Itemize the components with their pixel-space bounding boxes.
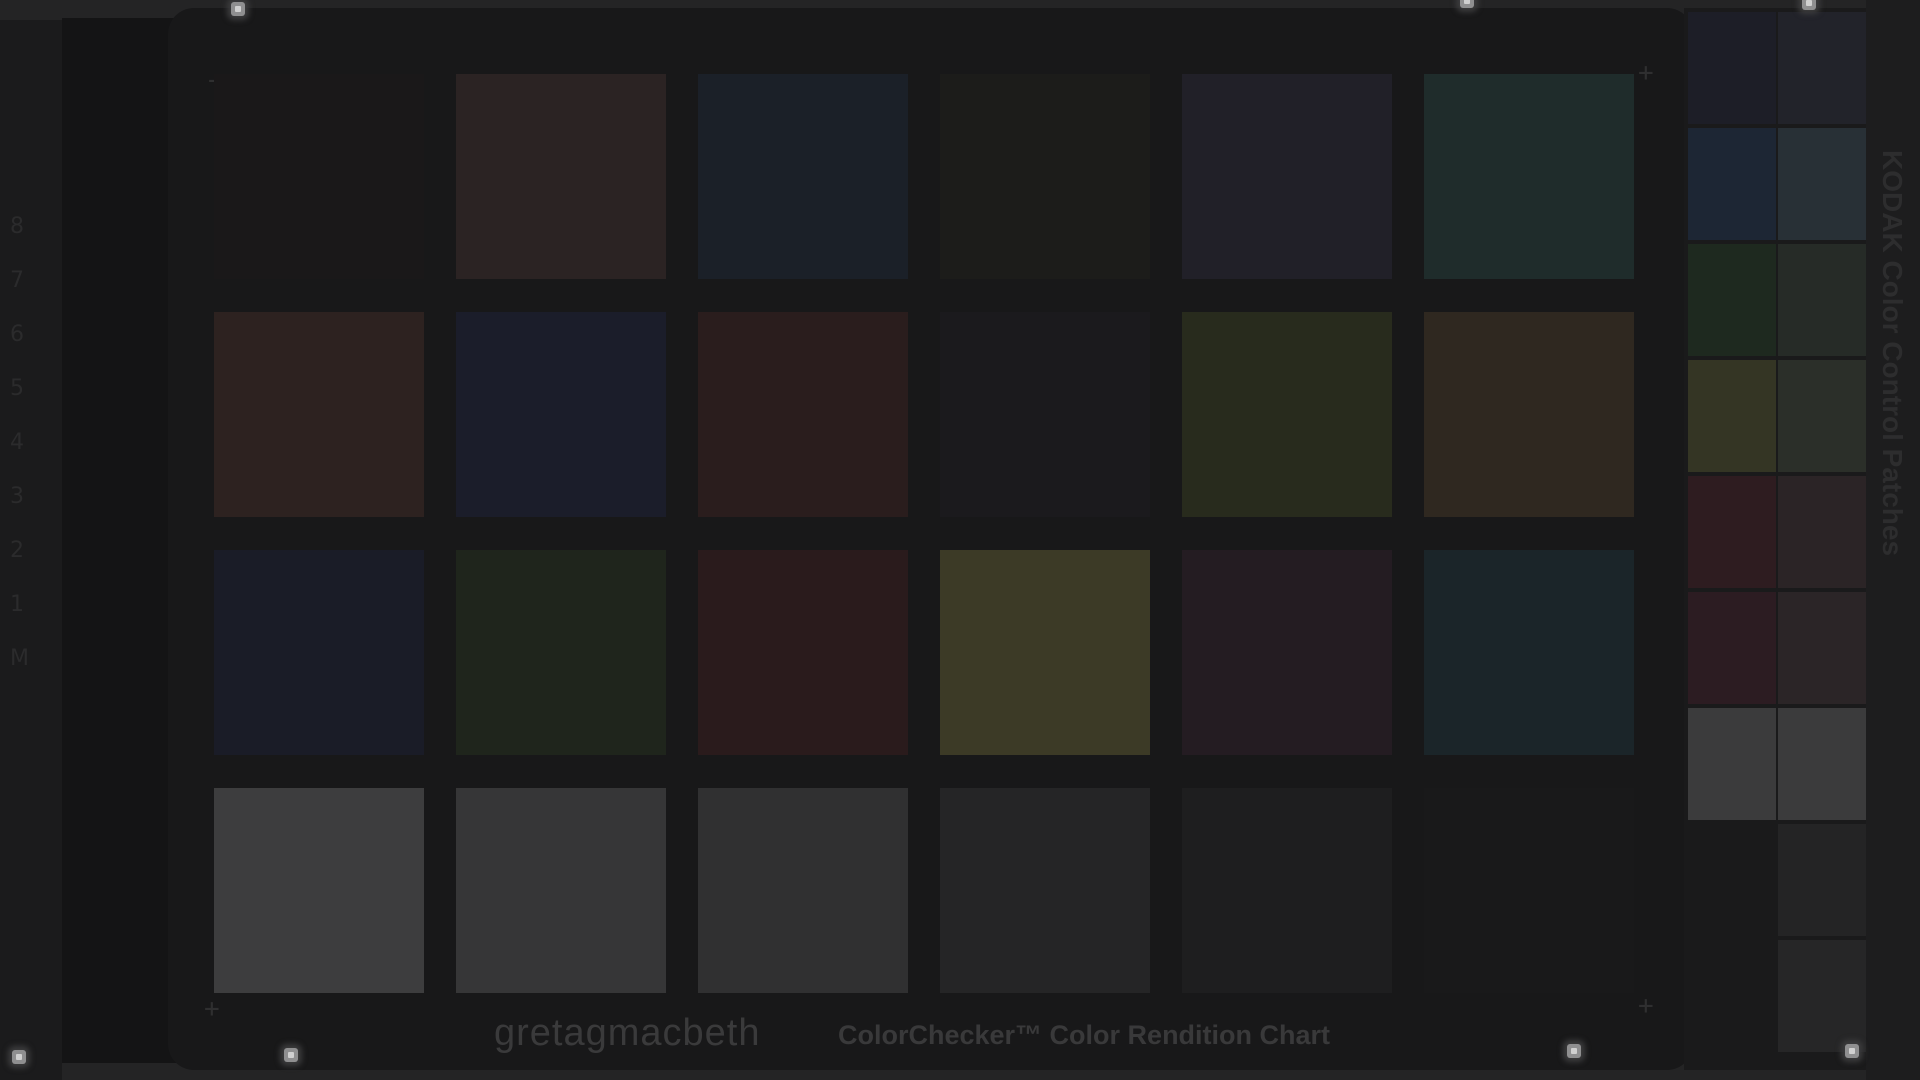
registration-cross: + [1638,991,1654,1021]
kodak-patch [1688,128,1776,240]
color-patch [1424,788,1634,993]
registration-cross: + [204,994,220,1024]
left-dark-band [62,18,176,1063]
kodak-patch [1688,12,1776,124]
kodak-patch [1778,128,1866,240]
kodak-patch [1688,592,1776,704]
kodak-patch [1688,244,1776,356]
left-ruler-strip: 8 7 6 5 4 3 2 1 M [0,20,62,1080]
color-patch [940,312,1150,517]
left-mark: 7 [10,268,24,293]
color-patch [940,74,1150,279]
color-patch [1182,788,1392,993]
kodak-patch [1778,476,1866,588]
brand-label: gretagmacbeth [494,1012,761,1054]
left-mark: M [10,646,29,671]
kodak-patch [1688,824,1776,936]
target-marker [1802,0,1816,10]
photo-scene: 8 7 6 5 4 3 2 1 M + + + + gretagmacbeth … [0,0,1920,1080]
kodak-patch [1778,824,1866,936]
color-patch [456,312,666,517]
left-mark: 4 [10,430,24,455]
kodak-patch [1778,360,1866,472]
color-patch [1182,312,1392,517]
kodak-control-card [1684,8,1866,1070]
left-ruler-marks: 8 7 6 5 4 3 2 1 M [10,200,30,720]
color-patch [456,74,666,279]
kodak-patch [1688,360,1776,472]
kodak-patch [1688,476,1776,588]
registration-cross: + [1638,58,1654,88]
kodak-patch [1778,244,1866,356]
chart-title-label: ColorChecker™ Color Rendition Chart [838,1020,1331,1050]
colorchecker-card: + + + + [168,8,1693,1070]
target-marker [1460,0,1474,8]
kodak-patch [1778,940,1866,1052]
color-patch [698,74,908,279]
left-mark: 6 [10,322,24,347]
color-patch [698,788,908,993]
target-marker [1567,1044,1581,1058]
target-marker [1845,1044,1859,1058]
color-patch [214,788,424,993]
target-marker [231,2,245,16]
kodak-patch [1778,12,1866,124]
kodak-side-label: KODAK Color Control Patches [1877,150,1908,557]
color-patch [1424,74,1634,279]
color-patch [456,550,666,755]
color-patch [456,788,666,993]
left-mark: 3 [10,484,24,509]
target-marker [284,1048,298,1062]
color-patch [1424,550,1634,755]
left-mark: 8 [10,214,24,239]
kodak-patch [1778,708,1866,820]
color-patch [1182,74,1392,279]
color-patch [698,550,908,755]
color-patch [698,312,908,517]
color-patch [214,550,424,755]
kodak-patch [1778,592,1866,704]
color-patch [1424,312,1634,517]
color-patch [940,788,1150,993]
left-mark: 5 [10,376,24,401]
color-patch [1182,550,1392,755]
color-patch [214,312,424,517]
kodak-patch [1688,940,1776,1052]
kodak-patch [1688,708,1776,820]
color-patch [940,550,1150,755]
target-marker [12,1050,26,1064]
left-mark: 2 [10,538,24,563]
left-mark: 1 [10,592,24,617]
color-patch [214,74,424,279]
